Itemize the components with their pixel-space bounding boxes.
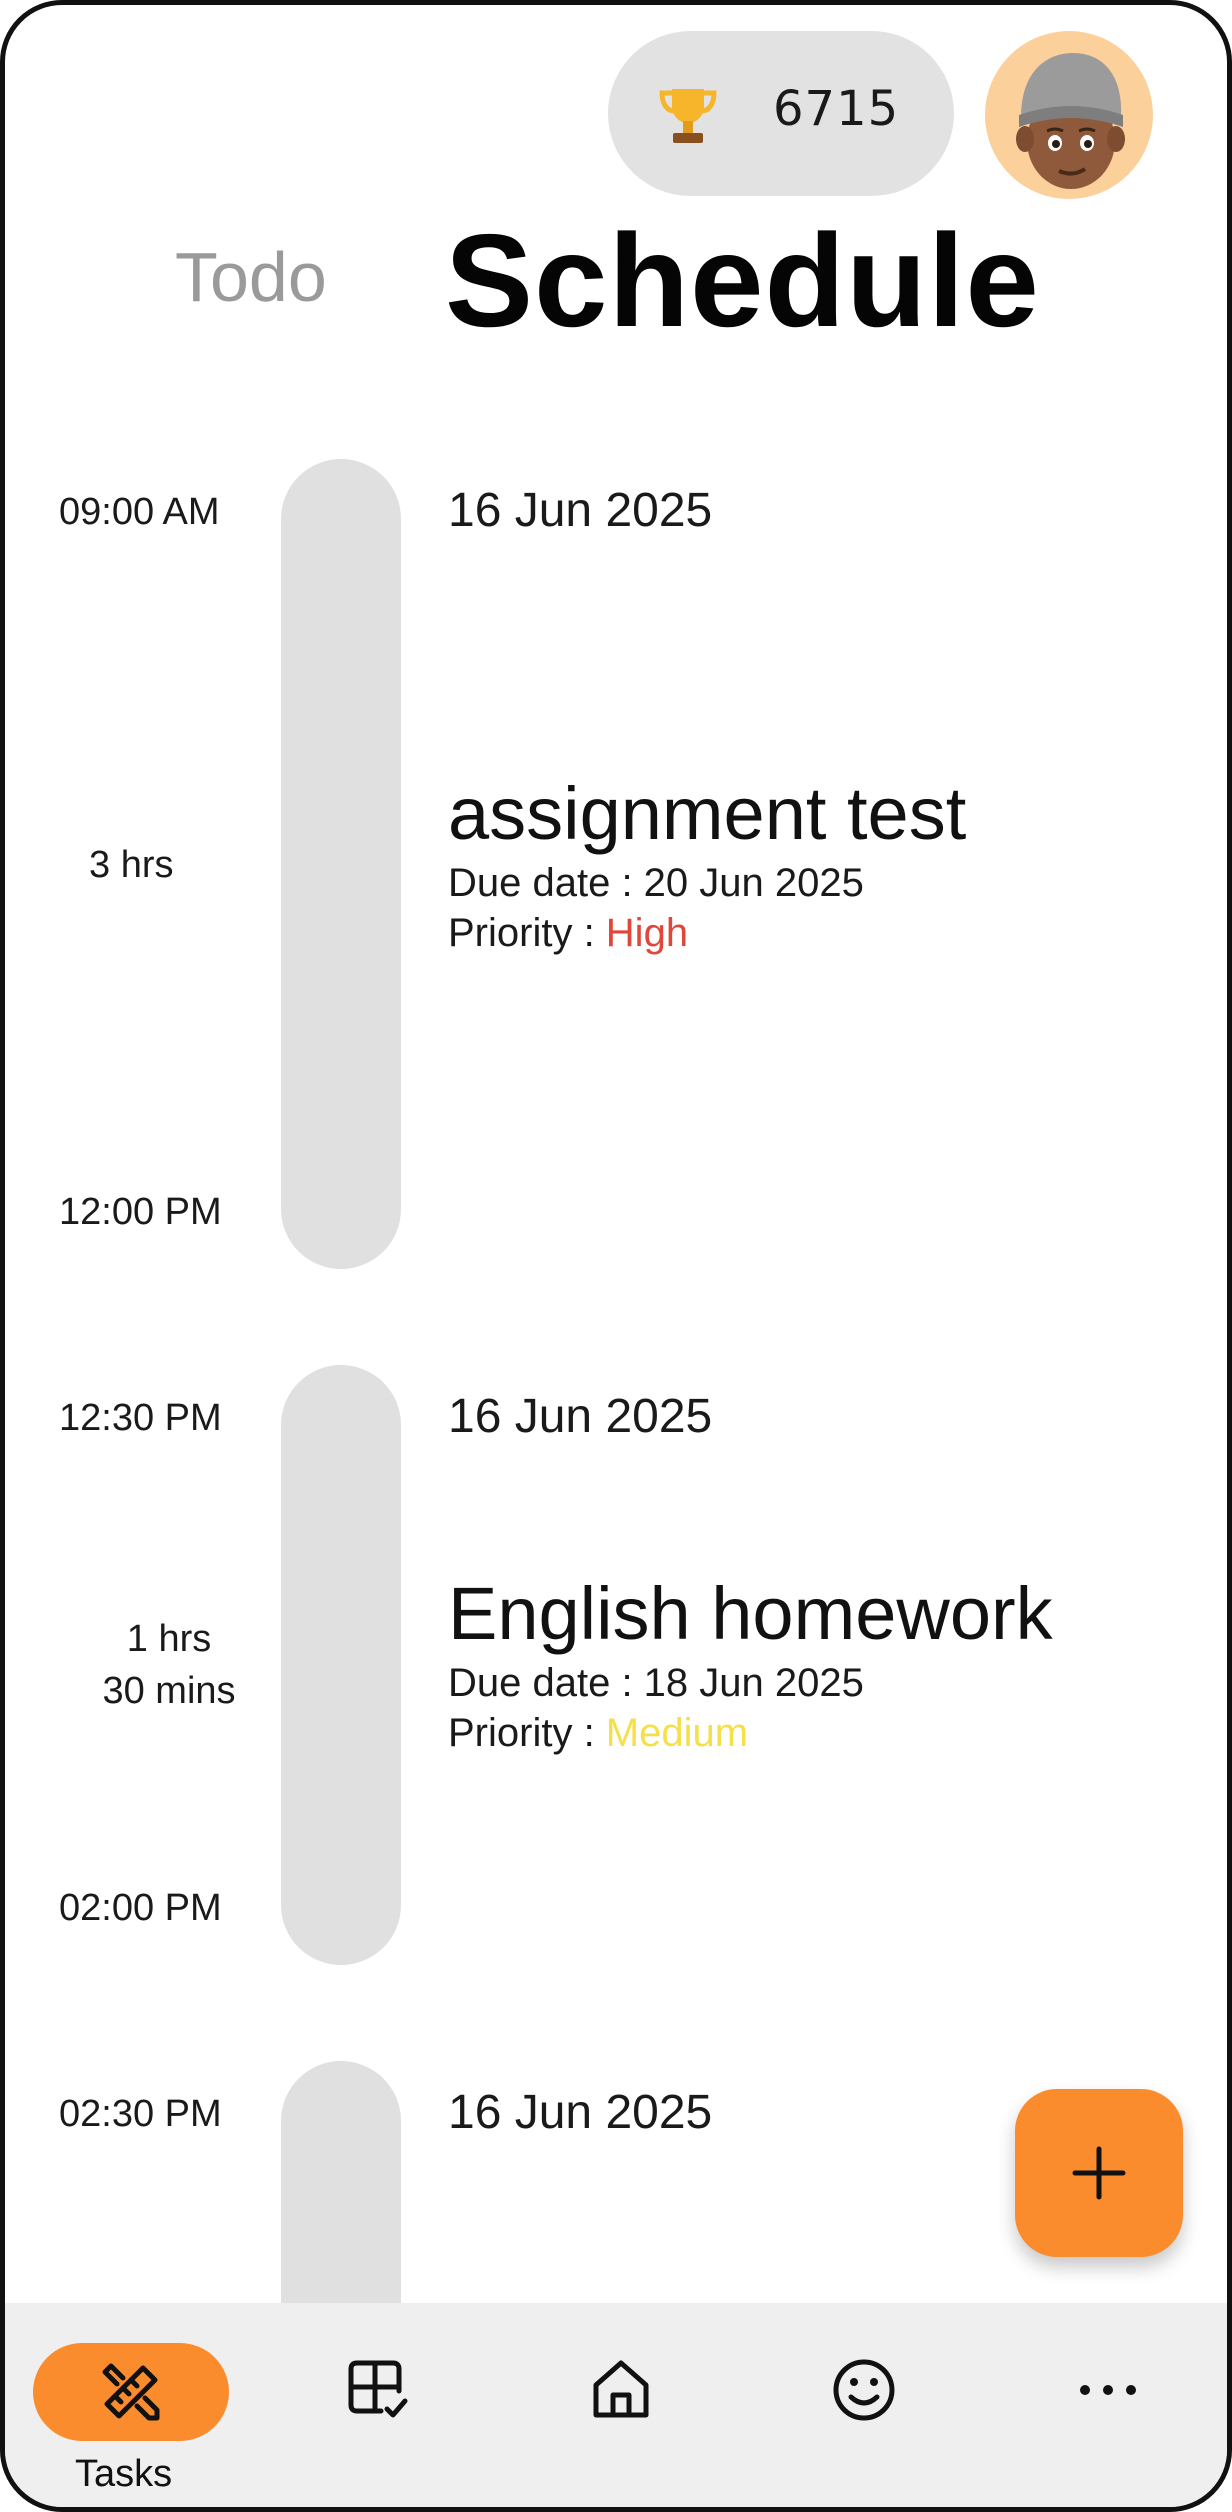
duration-hours: 1 hrs [126,1618,212,1660]
start-time: 02:30 PM [59,2093,222,2135]
plus-icon [1072,2146,1126,2200]
task-due-date: Due date : 20 Jun 2025 [448,861,864,905]
timeline-bar [281,1365,401,1965]
task-due-date: Due date : 18 Jun 2025 [448,1661,864,1705]
task-title: English homework [448,1572,1053,1655]
pencil-ruler-icon [102,2363,160,2421]
bottom-nav: Tasks [5,2303,1227,2507]
duration: 1 hrs 30 mins [89,1613,249,1717]
tab-schedule[interactable]: Schedule [445,205,1040,356]
end-time: 12:00 PM [59,1191,222,1233]
nav-tasks-label: Tasks [75,2453,173,2495]
avatar[interactable] [985,31,1153,199]
task-title: assignment test [448,772,967,855]
smiley-icon[interactable] [829,2355,899,2425]
add-task-button[interactable] [1015,2089,1183,2257]
nav-tasks[interactable] [33,2343,229,2441]
task-priority: Priority : Medium [448,1711,748,1756]
home-icon[interactable] [586,2355,656,2425]
start-time: 12:30 PM [59,1397,222,1439]
start-time: 09:00 AM [59,491,220,533]
points-value: 6715 [773,81,900,137]
duration: 3 hrs [89,844,174,886]
priority-value: Medium [605,1711,749,1755]
memoji-avatar [1016,53,1125,189]
priority-value: High [605,911,689,955]
priority-label: Priority : [448,911,606,955]
task-priority: Priority : High [448,911,688,956]
trophy-icon [659,89,717,143]
more-dots-icon[interactable] [1073,2355,1143,2425]
task-date: 16 Jun 2025 [448,484,713,537]
task-date: 16 Jun 2025 [448,1390,713,1443]
grid-check-icon[interactable] [343,2355,413,2425]
priority-label: Priority : [448,1711,606,1755]
task-date: 16 Jun 2025 [448,2086,713,2139]
duration-minutes: 30 mins [102,1670,236,1712]
tab-todo[interactable]: Todo [175,237,327,317]
timeline-bar [281,459,401,1269]
points-badge[interactable]: 6715 [608,31,954,196]
app-frame: 6715 Todo Schedule 09:00 AM 3 hrs 12:00 … [0,0,1232,2512]
end-time: 02:00 PM [59,1887,222,1929]
